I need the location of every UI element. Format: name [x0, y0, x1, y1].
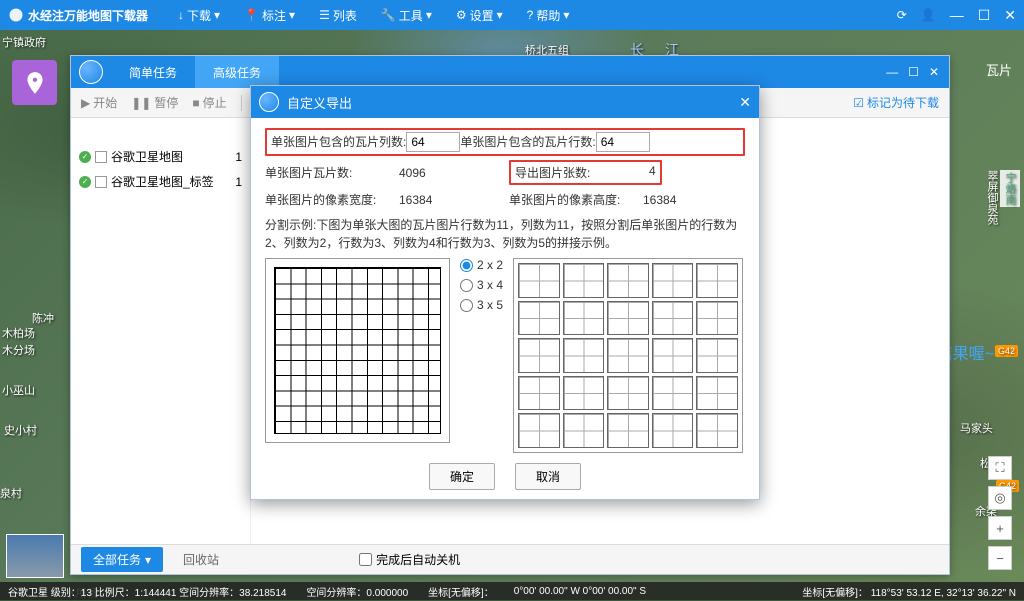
map-label: 泉村: [0, 485, 22, 501]
task-count: 1: [235, 150, 242, 164]
status-coord-label: 坐标[无偏移]：: [428, 584, 494, 599]
menu-mark[interactable]: 📍标注 ▾: [244, 7, 295, 24]
dialog-title: 自定义导出: [287, 93, 352, 112]
auto-shutdown-checkbox[interactable]: 完成后自动关机: [359, 551, 460, 568]
task-panel-header: 简单任务 高级任务 — ☐ ✕: [71, 56, 949, 88]
map-label: 宁镇政府: [2, 34, 46, 50]
cancel-button[interactable]: 取消: [515, 463, 581, 490]
highway-badge: G42: [995, 345, 1018, 357]
ok-button[interactable]: 确定: [429, 463, 495, 490]
col-label: 单张图片包含的瓦片列数:: [271, 135, 406, 149]
task-checkbox[interactable]: [95, 151, 107, 163]
tile-label: 瓦片: [986, 60, 1012, 79]
pause-button[interactable]: ❚❚ 暂停: [131, 94, 178, 111]
minimap-thumbnail[interactable]: [6, 534, 64, 578]
location-tool-icon[interactable]: [12, 60, 57, 105]
zoom-in-tool[interactable]: +: [988, 516, 1012, 540]
col-input[interactable]: [406, 132, 460, 152]
map-label: 陈冲: [32, 310, 54, 326]
status-left: 谷歌卫星 级别：13 比例尺：1:144441 空间分辨率：38.218514: [8, 584, 286, 599]
task-list: ✓ 谷歌卫星地图 1 ✓ 谷歌卫星地图_标签 1: [71, 118, 251, 544]
map-label: 史小村: [4, 422, 37, 438]
tab-simple[interactable]: 简单任务: [111, 56, 195, 88]
row-input[interactable]: [596, 132, 650, 152]
row-label: 单张图片包含的瓦片行数:: [460, 135, 595, 149]
globe-icon: [259, 92, 279, 112]
minimize-button[interactable]: —: [950, 7, 964, 23]
fullscreen-tool[interactable]: ⛶: [988, 456, 1012, 480]
user-icon[interactable]: 👤: [921, 8, 936, 22]
globe-icon: [79, 60, 103, 84]
tile-count-label: 单张图片瓦片数:: [265, 164, 393, 181]
dialog-close-icon[interactable]: ✕: [739, 94, 751, 111]
task-name: 谷歌卫星地图: [111, 148, 183, 165]
status-res: 空间分辨率：0.000000: [306, 584, 408, 599]
menu-list[interactable]: ☰列表: [319, 7, 357, 24]
status-ok-icon: ✓: [79, 151, 91, 163]
px-width-value: 16384: [399, 193, 432, 207]
start-button[interactable]: ▶ 开始: [81, 94, 117, 111]
app-logo: 水经注万能地图下载器: [8, 7, 148, 24]
status-bar: 谷歌卫星 级别：13 比例尺：1:144441 空间分辨率：38.218514 …: [0, 582, 1024, 600]
app-title: 水经注万能地图下载器: [28, 7, 148, 24]
task-panel-footer: 全部任务 ▾ 回收站 完成后自动关机: [71, 544, 949, 574]
px-width-label: 单张图片的像素宽度:: [265, 191, 393, 208]
close-button[interactable]: ✕: [1004, 7, 1016, 24]
export-count-label: 导出图片张数:: [515, 164, 643, 181]
dialog-header: 自定义导出 ✕: [251, 86, 759, 118]
main-menu: ↓下载 ▾ 📍标注 ▾ ☰列表 🔧工具 ▾ ⚙设置 ▾ ?帮助 ▾: [178, 7, 569, 24]
tile-count-value: 4096: [399, 166, 426, 180]
app-titlebar: 水经注万能地图下载器 ↓下载 ▾ 📍标注 ▾ ☰列表 🔧工具 ▾ ⚙设置 ▾ ?…: [0, 0, 1024, 30]
example-text: 分割示例:下图为单张大图的瓦片图片行数为11，列数为11，按照分割后单张图片的行…: [265, 216, 745, 252]
radio-2x2[interactable]: 2 x 2: [460, 258, 503, 272]
status-ok-icon: ✓: [79, 176, 91, 188]
recycle-link[interactable]: 回收站: [183, 551, 219, 568]
status-right: 坐标[无偏移]： 118°53' 53.12 E, 32°13' 36.22" …: [802, 584, 1016, 599]
zoom-out-tool[interactable]: −: [988, 546, 1012, 570]
map-tools: ⛶ ◎ + −: [988, 456, 1012, 570]
map-label: 木分场: [2, 342, 35, 358]
sync-icon[interactable]: ⟳: [897, 8, 907, 22]
panel-close[interactable]: ✕: [929, 65, 939, 79]
result-grid-preview: [513, 258, 743, 453]
map-label: 木柏场: [2, 325, 35, 341]
map-label: 翠屏御泉苑: [984, 170, 1000, 225]
export-dialog: 自定义导出 ✕ 单张图片包含的瓦片列数: 单张图片包含的瓦片行数: 单张图片瓦片…: [250, 85, 760, 500]
export-count-value: 4: [649, 164, 656, 181]
status-coord: 0°00' 00.00" W 0°00' 00.00" S: [514, 586, 646, 597]
map-label: 宁烙南: [1000, 170, 1020, 207]
tab-advanced[interactable]: 高级任务: [195, 56, 279, 88]
task-row[interactable]: ✓ 谷歌卫星地图_标签 1: [77, 169, 244, 194]
locate-tool[interactable]: ◎: [988, 486, 1012, 510]
task-count: 1: [235, 175, 242, 189]
task-name: 谷歌卫星地图_标签: [111, 173, 214, 190]
px-height-value: 16384: [643, 193, 676, 207]
source-grid-preview: [265, 258, 450, 443]
radio-3x5[interactable]: 3 x 5: [460, 298, 503, 312]
panel-maximize[interactable]: ☐: [908, 65, 919, 79]
menu-download[interactable]: ↓下载 ▾: [178, 7, 220, 24]
mark-pending-button[interactable]: ☑ 标记为待下载: [853, 94, 939, 111]
split-radio-group: 2 x 2 3 x 4 3 x 5: [460, 258, 503, 453]
map-label: 小巫山: [2, 382, 35, 398]
task-row[interactable]: ✓ 谷歌卫星地图 1: [77, 144, 244, 169]
task-checkbox[interactable]: [95, 176, 107, 188]
panel-minimize[interactable]: —: [886, 65, 898, 79]
map-label: 马家头: [960, 420, 993, 436]
menu-tools[interactable]: 🔧工具 ▾: [381, 7, 432, 24]
px-height-label: 单张图片的像素高度:: [509, 191, 637, 208]
maximize-button[interactable]: ☐: [978, 7, 991, 24]
stop-button[interactable]: ■ 停止: [192, 94, 226, 111]
menu-help[interactable]: ?帮助 ▾: [527, 7, 570, 24]
all-tasks-button[interactable]: 全部任务 ▾: [81, 547, 163, 572]
radio-3x4[interactable]: 3 x 4: [460, 278, 503, 292]
menu-settings[interactable]: ⚙设置 ▾: [456, 7, 503, 24]
